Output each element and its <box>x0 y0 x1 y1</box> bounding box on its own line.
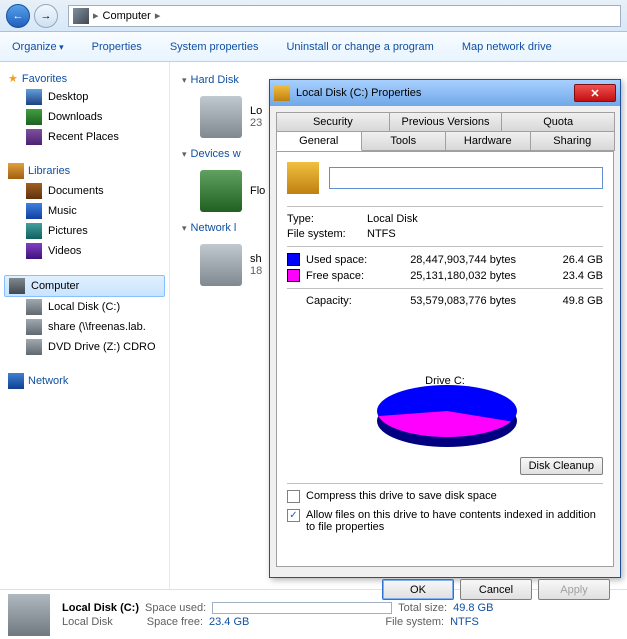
system-properties-button[interactable]: System properties <box>170 41 259 53</box>
sidebar-libraries-header[interactable]: Libraries <box>4 161 165 181</box>
tab-general[interactable]: General <box>276 131 362 151</box>
tab-security[interactable]: Security <box>276 112 390 132</box>
disk-cleanup-button[interactable]: Disk Cleanup <box>520 457 603 475</box>
sidebar-item-dvd[interactable]: DVD Drive (Z:) CDRO <box>4 337 165 357</box>
volume-label-input[interactable] <box>329 167 603 189</box>
compress-checkbox[interactable] <box>287 490 300 503</box>
sidebar-item-music[interactable]: Music <box>4 201 165 221</box>
network-drive-icon <box>26 319 42 335</box>
pictures-icon <box>26 223 42 239</box>
breadcrumb-item[interactable]: Computer <box>103 10 151 22</box>
usage-pie-chart <box>377 385 517 437</box>
disk-icon <box>26 299 42 315</box>
music-icon <box>26 203 42 219</box>
sidebar: ★Favorites Desktop Downloads Recent Plac… <box>0 62 170 589</box>
sidebar-item-pictures[interactable]: Pictures <box>4 221 165 241</box>
tab-panel-general: Type:Local Disk File system:NTFS Used sp… <box>276 151 614 567</box>
recent-icon <box>26 129 42 145</box>
status-title: Local Disk (C:) <box>62 602 139 614</box>
chevron-right-icon: ▸ <box>93 9 99 22</box>
tab-sharing[interactable]: Sharing <box>530 131 616 151</box>
computer-icon <box>9 278 25 294</box>
network-icon <box>8 373 24 389</box>
breadcrumb[interactable]: ▸ Computer ▸ <box>68 5 621 27</box>
star-icon: ★ <box>8 72 18 85</box>
tab-quota[interactable]: Quota <box>501 112 615 132</box>
tab-hardware[interactable]: Hardware <box>445 131 531 151</box>
close-button[interactable]: ✕ <box>574 84 616 102</box>
videos-icon <box>26 243 42 259</box>
libraries-icon <box>8 163 24 179</box>
downloads-icon <box>26 109 42 125</box>
sidebar-item-downloads[interactable]: Downloads <box>4 107 165 127</box>
desktop-icon <box>26 89 42 105</box>
uninstall-button[interactable]: Uninstall or change a program <box>286 41 433 53</box>
disk-icon <box>8 594 50 636</box>
dialog-titlebar[interactable]: Local Disk (C:) Properties ✕ <box>270 80 620 106</box>
back-button[interactable]: ← <box>6 4 30 28</box>
hdd-icon <box>200 96 242 138</box>
sidebar-item-desktop[interactable]: Desktop <box>4 87 165 107</box>
dvd-icon <box>26 339 42 355</box>
drive-icon <box>287 162 319 194</box>
chevron-right-icon: ▸ <box>155 9 161 22</box>
ok-button[interactable]: OK <box>382 579 454 600</box>
documents-icon <box>26 183 42 199</box>
toolbar: Organize Properties System properties Un… <box>0 32 627 62</box>
computer-icon <box>73 8 89 24</box>
sidebar-item-videos[interactable]: Videos <box>4 241 165 261</box>
tab-tools[interactable]: Tools <box>361 131 447 151</box>
forward-button[interactable]: → <box>34 4 58 28</box>
sidebar-item-share[interactable]: share (\\freenas.lab. <box>4 317 165 337</box>
properties-button[interactable]: Properties <box>92 41 142 53</box>
dialog-title: Local Disk (C:) Properties <box>296 87 421 99</box>
sidebar-network-header[interactable]: Network <box>4 371 165 391</box>
map-drive-button[interactable]: Map network drive <box>462 41 552 53</box>
organize-menu[interactable]: Organize <box>12 41 64 53</box>
sidebar-item-local-disk[interactable]: Local Disk (C:) <box>4 297 165 317</box>
sidebar-item-documents[interactable]: Documents <box>4 181 165 201</box>
index-checkbox[interactable]: ✓ <box>287 509 300 522</box>
free-legend-icon <box>287 269 300 282</box>
drive-icon <box>274 85 290 101</box>
sidebar-favorites-header[interactable]: ★Favorites <box>4 70 165 87</box>
cancel-button[interactable]: Cancel <box>460 579 532 600</box>
nav-bar: ← → ▸ Computer ▸ <box>0 0 627 32</box>
floppy-icon <box>200 170 242 212</box>
tab-previous-versions[interactable]: Previous Versions <box>389 112 503 132</box>
used-legend-icon <box>287 253 300 266</box>
network-drive-icon <box>200 244 242 286</box>
sidebar-item-recent[interactable]: Recent Places <box>4 127 165 147</box>
properties-dialog: Local Disk (C:) Properties ✕ Security Pr… <box>269 79 621 578</box>
apply-button[interactable]: Apply <box>538 579 610 600</box>
sidebar-computer-header[interactable]: Computer <box>4 275 165 297</box>
